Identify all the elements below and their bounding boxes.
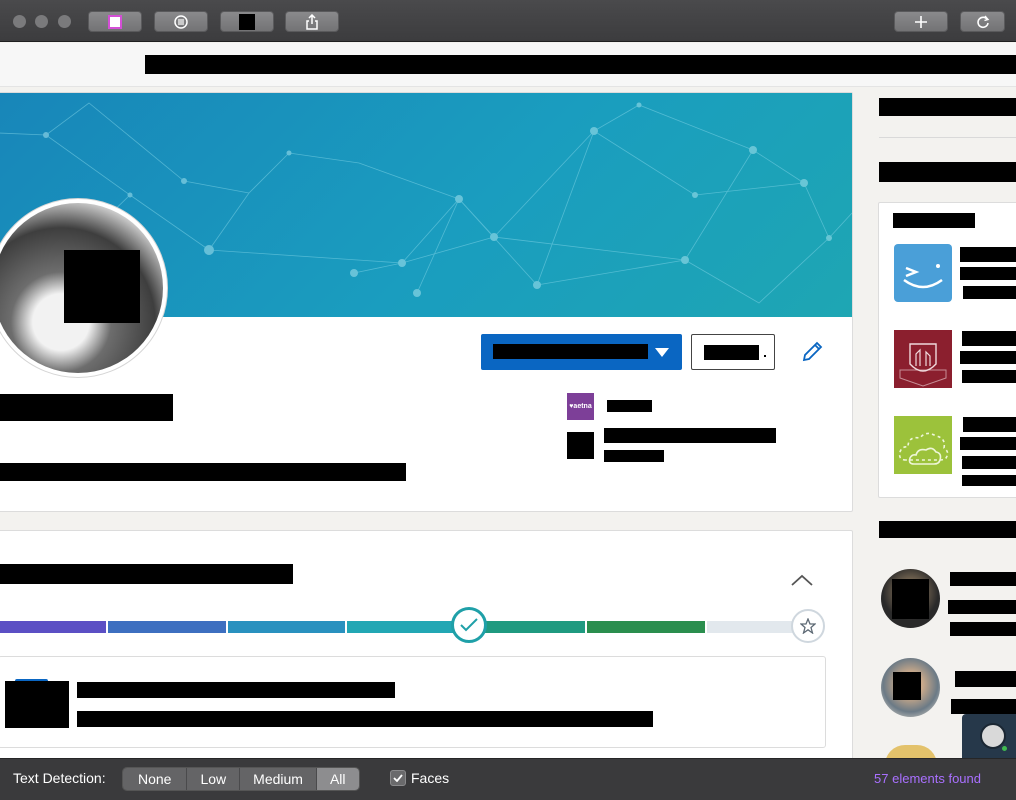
edit-pencil-icon[interactable] — [800, 340, 824, 364]
company-logo[interactable]: ♥aetna — [567, 393, 594, 420]
redacted-face — [893, 672, 921, 700]
redacted-profile-headline — [0, 463, 406, 481]
meter-segment — [587, 621, 705, 633]
redacted-promoted-title[interactable] — [963, 417, 1016, 432]
redacted-strength-title — [0, 564, 293, 584]
redacted-promoted-sub — [960, 267, 1016, 280]
meter-segment-remaining — [707, 621, 797, 633]
caret-down-icon — [655, 348, 669, 357]
share-button[interactable] — [285, 11, 339, 32]
promoted-university-logo[interactable] — [894, 330, 952, 388]
redacted-promoted-sub — [962, 456, 1016, 469]
meter-goal-marker — [791, 609, 825, 643]
redacted-person-title — [950, 622, 1016, 636]
redacted-suggestion-text[interactable] — [77, 711, 653, 727]
suggestion-icon — [5, 681, 69, 728]
redacted-face — [892, 579, 929, 619]
text-detection-level-control[interactable]: None Low Medium All — [122, 767, 360, 791]
address-bar[interactable] — [0, 43, 1016, 87]
profile-photo — [0, 203, 163, 373]
meter-segment — [228, 621, 345, 633]
new-tab-button[interactable] — [894, 11, 948, 32]
redacted-person-name[interactable] — [950, 572, 1016, 586]
redacted-button-label — [704, 345, 759, 360]
university-crest-icon — [899, 343, 947, 387]
zoom-window-button[interactable] — [58, 15, 71, 28]
faces-checkbox[interactable] — [390, 770, 406, 786]
redacted-education-name — [604, 428, 776, 443]
redacted-promoted-sub — [960, 351, 1016, 364]
open-to-dropdown-button[interactable] — [481, 334, 682, 370]
share-icon — [306, 13, 318, 30]
chevron-up-icon[interactable] — [790, 573, 814, 587]
color-swatch-button[interactable] — [220, 11, 274, 32]
level-none[interactable]: None — [123, 768, 188, 790]
redacted-person-title — [951, 699, 1016, 714]
layout-toggle-button[interactable] — [88, 11, 142, 32]
button-dot — [764, 355, 766, 357]
redacted-person-name[interactable] — [955, 671, 1016, 687]
window-titlebar — [0, 0, 1016, 42]
redacted-promoted-title[interactable] — [960, 247, 1016, 262]
people-avatar[interactable] — [881, 658, 940, 717]
meter-segment — [347, 621, 464, 633]
company-logo-text: ♥aetna — [569, 403, 592, 410]
color-swatch-icon — [239, 13, 255, 30]
minimize-window-button[interactable] — [35, 15, 48, 28]
reload-button[interactable] — [960, 11, 1005, 32]
plus-icon — [915, 15, 927, 28]
redacted-person-title — [948, 600, 1016, 614]
redacted-button-label — [493, 344, 648, 359]
menu-circle-icon — [174, 14, 188, 29]
meter-segment — [108, 621, 226, 633]
promoted-cloud-logo[interactable] — [894, 416, 952, 474]
level-medium[interactable]: Medium — [240, 768, 317, 790]
meter-segment — [0, 621, 106, 633]
online-status-dot — [1000, 744, 1009, 753]
redacted-promoted-sub — [963, 286, 1016, 299]
menu-button[interactable] — [154, 11, 208, 32]
promoted-company-logo[interactable] — [894, 244, 952, 302]
suggestion-box — [0, 656, 826, 748]
redacted-promoted-label — [893, 213, 975, 228]
redacted-promoted-sub — [962, 370, 1016, 383]
cloud-icon — [898, 432, 949, 465]
close-window-button[interactable] — [13, 15, 26, 28]
level-all[interactable]: All — [316, 768, 359, 790]
star-icon — [800, 618, 816, 634]
redacted-promoted-sub — [962, 475, 1016, 486]
rail-divider — [879, 137, 1016, 138]
more-actions-button[interactable] — [691, 334, 775, 370]
education-logo[interactable] — [567, 432, 594, 459]
smile-logo-icon — [903, 264, 943, 289]
text-detection-label: Text Detection: — [13, 770, 106, 786]
checkmark-icon — [393, 774, 403, 782]
elements-found-count: 57 elements found — [874, 771, 981, 786]
redacted-face — [64, 250, 140, 323]
redacted-promoted-title[interactable] — [962, 331, 1016, 346]
redacted-suggestion-title — [77, 682, 395, 698]
redacted-address-text — [145, 55, 1016, 74]
redacted-people-heading — [879, 521, 1016, 538]
reload-icon — [976, 15, 989, 28]
redacted-promoted-sub — [960, 437, 1016, 450]
people-avatar[interactable] — [881, 569, 940, 628]
meter-level-marker — [451, 607, 487, 643]
redacted-company-name — [607, 400, 652, 412]
checkmark-icon — [460, 618, 478, 632]
redacted-profile-name — [0, 394, 173, 421]
messaging-widget[interactable] — [962, 714, 1016, 758]
layout-toggle-icon — [108, 14, 122, 29]
faces-label[interactable]: Faces — [411, 770, 449, 786]
redacted-rail-link[interactable] — [879, 162, 1016, 182]
redacted-rail-heading — [879, 98, 1016, 116]
level-low[interactable]: Low — [187, 768, 241, 790]
redacted-education-detail — [604, 450, 664, 462]
